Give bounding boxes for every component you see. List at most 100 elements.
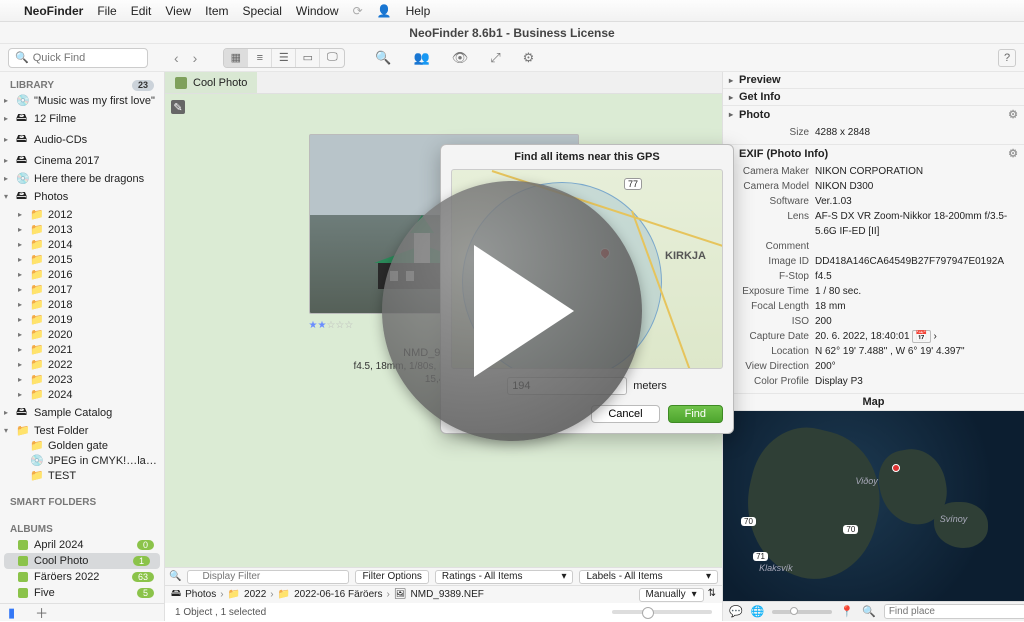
chevron-icon[interactable]: ▸ bbox=[4, 156, 12, 165]
chevron-icon[interactable]: ▸ bbox=[18, 330, 26, 339]
sidebar-toggle-icon[interactable]: ▮ bbox=[8, 605, 15, 621]
view-mode-segment[interactable]: ▦ ≡ ☰ ▭ 🖵 bbox=[223, 48, 345, 68]
find-place-input[interactable] bbox=[884, 604, 1024, 619]
tree-item[interactable]: ▸🖴Cinema 2017 bbox=[0, 150, 164, 171]
tree-item[interactable]: ▸📁2013 bbox=[0, 222, 164, 237]
tree-item[interactable]: 💿JPEG in CMYK!…lay@mac.com) bbox=[0, 453, 164, 468]
nav-forward-icon[interactable]: › bbox=[193, 50, 198, 66]
cancel-button[interactable]: Cancel bbox=[591, 405, 659, 423]
chevron-icon[interactable]: ▾ bbox=[4, 192, 12, 201]
crumb-disk-icon[interactable]: 🖴 bbox=[171, 586, 181, 603]
tree-item[interactable]: ▸📁2016 bbox=[0, 267, 164, 282]
tree-item[interactable]: ▸📁2018 bbox=[0, 297, 164, 312]
map-globe-icon[interactable]: 🌐 bbox=[751, 605, 765, 618]
album-row[interactable]: April 20240 bbox=[0, 537, 164, 553]
sort-order-icon[interactable]: ⇅ bbox=[708, 588, 716, 602]
menu-user-icon[interactable]: 👤 bbox=[377, 4, 392, 18]
edit-tag-icon[interactable]: ✎ bbox=[171, 100, 185, 114]
menu-edit[interactable]: Edit bbox=[131, 4, 152, 18]
quick-find-box[interactable]: 🔍 bbox=[8, 48, 148, 68]
menu-item[interactable]: Item bbox=[205, 4, 228, 18]
menu-file[interactable]: File bbox=[97, 4, 116, 18]
inspector-exif-header[interactable]: ▾EXIF (Photo Info)⚙ bbox=[723, 145, 1024, 162]
chevron-icon[interactable]: ▸ bbox=[4, 114, 12, 123]
chevron-icon[interactable]: ▸ bbox=[18, 345, 26, 354]
labels-filter-select[interactable]: Labels - All Items▾ bbox=[579, 570, 718, 584]
chevron-icon[interactable]: ▸ bbox=[18, 225, 26, 234]
view-gallery-icon[interactable]: ▭ bbox=[296, 49, 320, 67]
location-map[interactable]: Viðoy Svínoy Klaksvík 70 70 71 bbox=[723, 411, 1024, 601]
chevron-icon[interactable]: › bbox=[934, 331, 937, 342]
tree-item[interactable]: ▸📁2012 bbox=[0, 207, 164, 222]
tree-item[interactable]: ▸📁2017 bbox=[0, 282, 164, 297]
chevron-icon[interactable]: ▸ bbox=[18, 360, 26, 369]
quick-find-input[interactable] bbox=[33, 52, 141, 64]
menu-special[interactable]: Special bbox=[243, 4, 282, 18]
sort-select[interactable]: Manually▾ bbox=[639, 588, 704, 602]
chevron-icon[interactable]: ▸ bbox=[18, 255, 26, 264]
chevron-icon[interactable]: ▸ bbox=[18, 300, 26, 309]
calendar-icon[interactable]: 📅 bbox=[912, 330, 930, 343]
tree-item[interactable]: ▸💿Here there be dragons bbox=[0, 171, 164, 186]
chevron-icon[interactable]: ▸ bbox=[18, 315, 26, 324]
tree-item[interactable]: ▸📁2022 bbox=[0, 357, 164, 372]
map-pin-icon[interactable] bbox=[892, 464, 900, 472]
map-zoom-slider[interactable] bbox=[772, 610, 832, 614]
menu-window[interactable]: Window bbox=[296, 4, 339, 18]
chevron-icon[interactable]: ▸ bbox=[18, 390, 26, 399]
view-grid-icon[interactable]: ▦ bbox=[224, 49, 248, 67]
chevron-icon[interactable]: ▸ bbox=[4, 135, 12, 144]
thumbnail-size-slider[interactable] bbox=[612, 610, 712, 614]
view-desktop-icon[interactable]: 🖵 bbox=[320, 49, 344, 67]
tree-item[interactable]: ▸📁2014 bbox=[0, 237, 164, 252]
tree-item[interactable]: ▸📁2019 bbox=[0, 312, 164, 327]
tree-item[interactable]: ▾🖴Photos bbox=[0, 186, 164, 207]
people-icon[interactable]: 👥 bbox=[414, 50, 430, 66]
ratings-filter-select[interactable]: Ratings - All Items▾ bbox=[435, 570, 574, 584]
map-chat-icon[interactable]: 💬 bbox=[729, 605, 743, 618]
album-row[interactable]: Färöers 202263 bbox=[0, 569, 164, 585]
crumb-1[interactable]: 2022 bbox=[244, 589, 266, 600]
inspector-photo-header[interactable]: ▸Photo⚙ bbox=[723, 106, 1024, 123]
menu-view[interactable]: View bbox=[165, 4, 191, 18]
chevron-icon[interactable]: ▸ bbox=[4, 96, 12, 105]
crumb-3[interactable]: NMD_9389.NEF bbox=[411, 589, 484, 600]
menu-app[interactable]: NeoFinder bbox=[24, 4, 83, 18]
tree-item[interactable]: ▸📁2020 bbox=[0, 327, 164, 342]
chevron-icon[interactable]: ▸ bbox=[18, 240, 26, 249]
nav-back-icon[interactable]: ‹ bbox=[174, 50, 179, 66]
inspector-getinfo-header[interactable]: ▸Get Info bbox=[723, 89, 1024, 105]
gear-icon[interactable]: ⚙ bbox=[1008, 108, 1018, 121]
chevron-icon[interactable]: ▸ bbox=[4, 408, 12, 417]
help-button[interactable]: ? bbox=[998, 49, 1016, 67]
tree-item[interactable]: ▸📁2024 bbox=[0, 387, 164, 402]
eye-icon[interactable]: 👁 bbox=[452, 50, 469, 66]
fullscreen-icon[interactable]: ⤢ bbox=[490, 50, 500, 66]
tree-item[interactable]: 📁Golden gate bbox=[0, 438, 164, 453]
tree-item[interactable]: ▾📁Test Folder bbox=[0, 423, 164, 438]
tree-item[interactable]: ▸🖴Sample Catalog bbox=[0, 402, 164, 423]
display-filter-input[interactable] bbox=[187, 570, 349, 584]
tab-active[interactable]: Cool Photo bbox=[165, 72, 257, 93]
crumb-0[interactable]: Photos bbox=[185, 589, 216, 600]
chevron-icon[interactable]: ▾ bbox=[4, 426, 12, 435]
gear-icon[interactable]: ⚙ bbox=[523, 50, 535, 66]
tree-item[interactable]: ▸💿"Music was my first love" bbox=[0, 93, 164, 108]
tree-item[interactable]: ▸📁2023 bbox=[0, 372, 164, 387]
chevron-icon[interactable]: ▸ bbox=[4, 174, 12, 183]
find-button[interactable]: Find bbox=[668, 405, 723, 423]
tree-item[interactable]: ▸🖴12 Filme bbox=[0, 108, 164, 129]
tree-item[interactable]: 📁TEST bbox=[0, 468, 164, 483]
search-button-icon[interactable]: 🔍 bbox=[375, 50, 391, 66]
filter-options-button[interactable]: Filter Options bbox=[355, 570, 428, 584]
tree-item[interactable]: ▸📁2021 bbox=[0, 342, 164, 357]
tree-item[interactable]: ▸🖴Audio-CDs bbox=[0, 129, 164, 150]
map-pin-button-icon[interactable]: 📍 bbox=[840, 605, 854, 618]
view-columns-icon[interactable]: ☰ bbox=[272, 49, 296, 67]
play-overlay-icon[interactable] bbox=[382, 181, 642, 441]
chevron-icon[interactable]: ▸ bbox=[18, 375, 26, 384]
inspector-preview-header[interactable]: ▸Preview bbox=[723, 72, 1024, 88]
chevron-icon[interactable]: ▸ bbox=[18, 285, 26, 294]
menu-help[interactable]: Help bbox=[406, 4, 431, 18]
album-row[interactable]: Cool Photo1 bbox=[4, 553, 160, 569]
